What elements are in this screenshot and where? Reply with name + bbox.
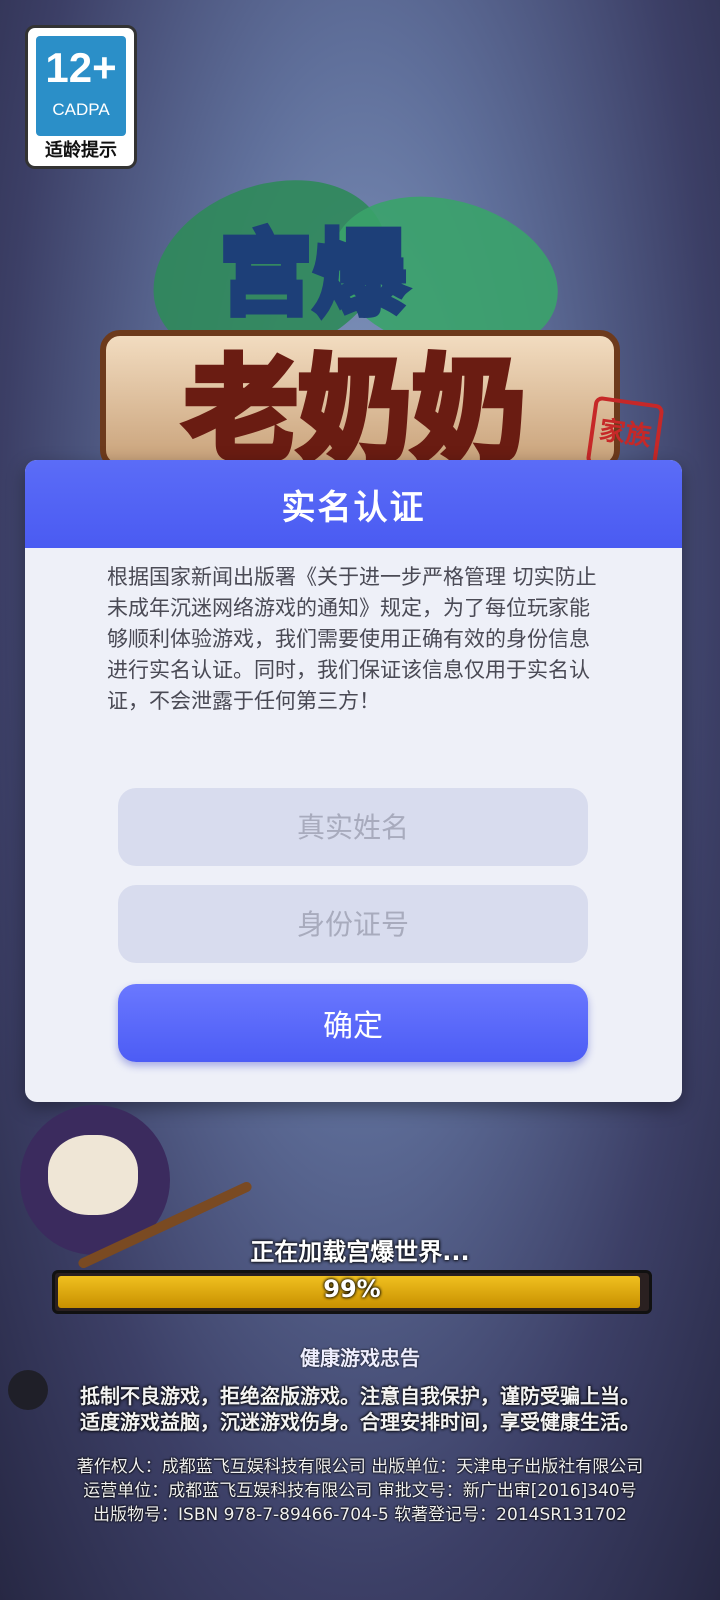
dialog-title: 实名认证 — [281, 487, 426, 528]
health-notice-line: 抵制不良游戏，拒绝盗版游戏。注意自我保护，谨防受骗上当。 — [80, 1384, 640, 1408]
age-rating-badge: 12+ CADPA 适龄提示 — [25, 25, 137, 169]
game-logo-top: 宫爆 — [217, 218, 409, 331]
dialog-header: 实名认证 — [25, 460, 682, 548]
age-rating-label: 适龄提示 — [45, 140, 117, 161]
age-rating-org: CADPA — [52, 100, 110, 119]
skull-face — [48, 1135, 138, 1215]
credit-line: 运营单位：成都蓝飞互娱科技有限公司 审批文号：新广出审[2016]340号 — [83, 1481, 637, 1501]
health-notice-line: 适度游戏益脑，沉迷游戏伤身。合理安排时间，享受健康生活。 — [80, 1410, 640, 1434]
credit-line: 出版物号：ISBN 978-7-89466-704-5 软著登记号：2014SR… — [93, 1505, 627, 1525]
credit-line: 著作权人：成都蓝飞互娱科技有限公司 出版单位：天津电子出版社有限公司 — [76, 1457, 644, 1477]
confirm-button[interactable]: 确定 — [118, 984, 588, 1062]
age-rating-panel: 12+ CADPA — [36, 36, 126, 136]
loading-progress-label: 99% — [323, 1275, 381, 1303]
realname-dialog: 实名认证 根据国家新闻出版署《关于进一步严格管理 切实防止未成年沉迷网络游戏的通… — [25, 460, 682, 1102]
loading-text: 正在加载宫爆世界... — [250, 1238, 470, 1266]
id-number-input[interactable] — [118, 885, 588, 963]
age-rating-number: 12+ — [45, 44, 117, 91]
dialog-body: 根据国家新闻出版署《关于进一步严格管理 切实防止未成年沉迷网络游戏的通知》规定，… — [25, 548, 682, 717]
health-notice-title: 健康游戏忠告 — [300, 1346, 420, 1370]
verification-notice: 根据国家新闻出版署《关于进一步严格管理 切实防止未成年沉迷网络游戏的通知》规定，… — [107, 565, 597, 713]
game-logo-bottom: 老奶奶 — [182, 343, 529, 480]
real-name-input[interactable] — [118, 788, 588, 866]
loading-progress-bar: 99% — [52, 1270, 652, 1314]
